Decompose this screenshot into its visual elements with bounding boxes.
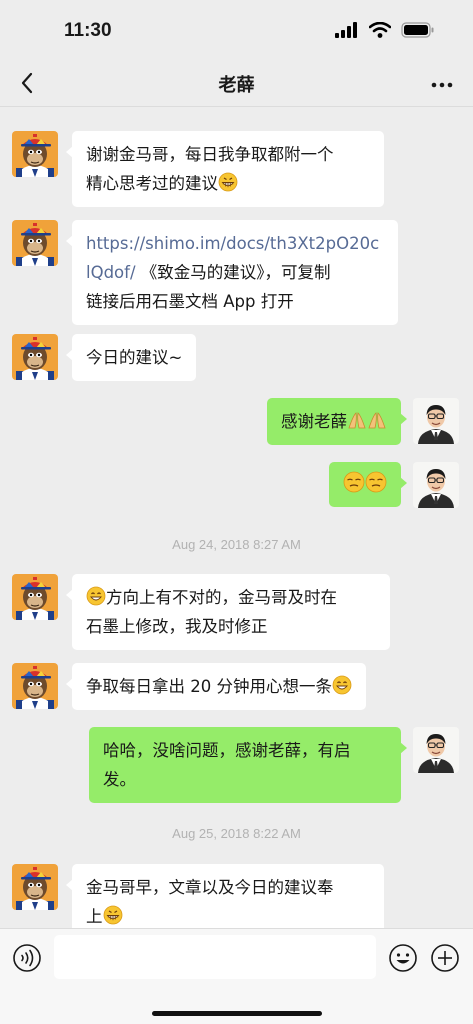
message-bubble[interactable]: 谢谢金马哥，每日我争取都附一个 精心思考过的建议 (66, 131, 384, 207)
contact-avatar[interactable] (12, 864, 58, 910)
battery-icon (401, 22, 434, 38)
shimo-link[interactable]: https://shimo.im/docs/th3Xt2pO20c (86, 234, 379, 253)
message-bubble-self[interactable]: 感谢老薛 (267, 398, 407, 445)
timestamp: Aug 25, 2018 8:22 AM (172, 826, 301, 841)
contact-avatar[interactable] (12, 663, 58, 709)
message-bubble[interactable]: 今日的建议~ (65, 334, 197, 381)
message-bubble[interactable]: 争取每日拿出 20 分钟用心想一条 (66, 663, 366, 710)
message-list[interactable]: 谢谢金马哥，每日我争取都附一个 精心思考过的建议 https://shimo.i… (0, 108, 473, 928)
chat-title: 老薛 (218, 75, 255, 96)
nav-bar: 老薛 (0, 62, 473, 107)
pray-emoji-icon (367, 410, 387, 430)
pray-emoji-icon (347, 410, 367, 430)
message-bubble[interactable]: https://shimo.im/docs/th3Xt2pO20c lQdof/… (66, 220, 398, 325)
message-bubble[interactable]: 方向上有不对的，金马哥及时在 石墨上修改，我及时修正 (66, 574, 390, 650)
emoji-icon[interactable] (388, 943, 418, 973)
sly-emoji-icon (365, 471, 387, 493)
message-input[interactable] (54, 935, 376, 979)
contact-avatar[interactable] (12, 131, 58, 177)
self-avatar[interactable] (413, 727, 459, 773)
self-avatar[interactable] (413, 462, 459, 508)
voice-icon[interactable] (12, 943, 42, 973)
timestamp: Aug 24, 2018 8:27 AM (172, 537, 301, 552)
contact-avatar[interactable] (12, 574, 58, 620)
status-bar: 11:30 (0, 0, 473, 62)
input-bar (0, 928, 473, 1024)
sly-emoji-icon (343, 471, 365, 493)
smile-emoji-icon (332, 675, 352, 695)
status-icons (335, 22, 435, 38)
message-bubble-self[interactable] (329, 462, 407, 507)
smile-emoji-icon (86, 586, 106, 606)
signal-icon (335, 22, 357, 38)
home-indicator (152, 1011, 322, 1016)
plus-icon[interactable] (430, 943, 460, 973)
message-bubble[interactable]: 金马哥早，文章以及今日的建议奉 上 (66, 864, 384, 928)
contact-avatar[interactable] (12, 334, 58, 380)
status-time: 11:30 (64, 20, 112, 41)
grin-emoji-icon (103, 905, 123, 925)
wifi-icon (369, 22, 391, 38)
grin-emoji-icon (218, 172, 238, 192)
message-bubble-self[interactable]: 哈哈，没啥问题，感谢老薛，有启 发。 (89, 727, 407, 803)
more-dots-icon[interactable] (429, 72, 455, 98)
shimo-link-cont[interactable]: lQdof/ (86, 263, 136, 282)
contact-avatar[interactable] (12, 220, 58, 266)
self-avatar[interactable] (413, 398, 459, 444)
